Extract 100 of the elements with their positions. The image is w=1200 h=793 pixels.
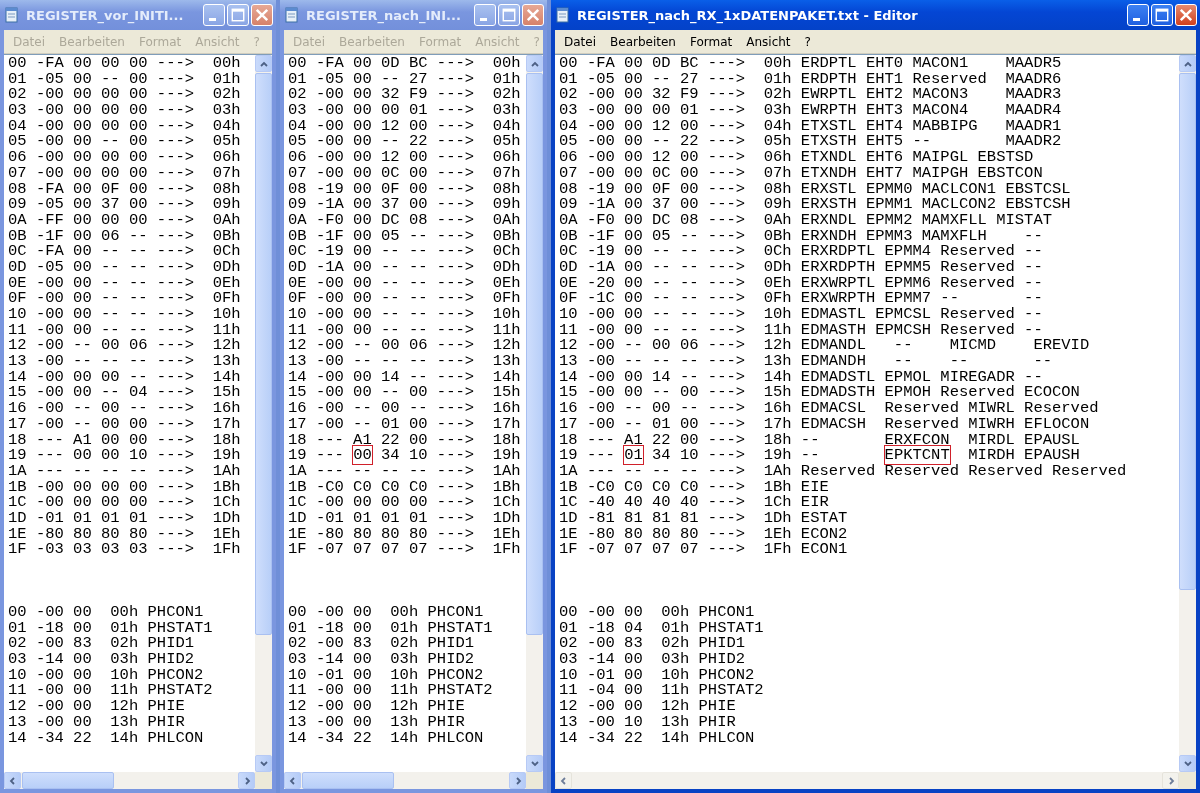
register-line: 0F -00 00 -- -- ---> 0Fh <box>8 289 241 308</box>
register-line: 12 -00 -- 00 06 ---> 12h <box>288 336 521 355</box>
register-line: 12 -00 -- 00 06 ---> 12h EDMANDL -- MICMD EREVID <box>559 336 1090 355</box>
register-line: 00 -FA 00 0D BC ---> 00h ERDPTL EHT0 MACON1 MAADR5 <box>559 55 1062 72</box>
menu-item[interactable]: Ansicht <box>188 34 247 49</box>
minimize-icon <box>209 18 216 21</box>
scroll-down-button[interactable] <box>1179 755 1196 772</box>
menu-item[interactable]: Format <box>682 34 740 49</box>
register-line: 0E -00 00 -- -- ---> 0Eh <box>288 273 521 292</box>
maximize-button[interactable] <box>498 4 520 26</box>
menu-item[interactable]: Bearbeiten <box>332 34 412 49</box>
menu-item[interactable]: ? <box>526 34 547 49</box>
register-line: 10 -00 00 -- -- ---> 10h EDMASTL EPMCSL Reserved -- <box>559 305 1043 323</box>
scroll-right-button[interactable] <box>238 772 255 789</box>
register-line: 01 -05 00 -- 27 ---> 01h <box>288 69 521 88</box>
notepad-icon <box>4 7 20 23</box>
scroll-up-button[interactable] <box>526 55 543 72</box>
register-line: 0B -1F 00 05 -- ---> 0Bh ERXNDH EPMM3 MAMXFLH -- <box>559 226 1043 245</box>
register-line: 02 -00 00 32 F9 ---> 02h EWRPTL EHT2 MACON3 MAADR3 <box>559 85 1062 104</box>
scroll-thumb[interactable] <box>255 73 272 635</box>
menu-item[interactable]: Datei <box>557 34 603 49</box>
window-title: REGISTER_vor_INITI... <box>26 7 185 23</box>
register-line: 02 -00 00 32 F9 ---> 02h <box>288 85 521 104</box>
notepad-icon <box>284 7 300 23</box>
register-line: 15 -00 00 -- 00 ---> 15h <box>288 383 521 402</box>
register-line: 0F -00 00 -- -- ---> 0Fh <box>288 289 521 308</box>
maximize-button[interactable] <box>1151 4 1173 26</box>
scroll-thumb[interactable] <box>1179 73 1196 590</box>
register-line: 08 -FA 00 0F 00 ---> 08h <box>8 179 241 198</box>
register-line: 0B -1F 00 06 -- ---> 0Bh <box>8 226 241 245</box>
maximize-button[interactable] <box>227 4 249 26</box>
register-line: 08 -19 00 0F 00 ---> 08h <box>288 179 521 198</box>
register-line: 05 -00 00 -- 22 ---> 05h <box>288 132 521 151</box>
minimize-button[interactable] <box>474 4 496 26</box>
menu-item[interactable]: Ansicht <box>468 34 527 49</box>
register-line: 1E -80 80 80 80 ---> 1Eh <box>288 524 521 543</box>
phy-register-line: 14 -34 22 14h PHLCON <box>288 728 484 747</box>
phy-register-line: 01 -18 00 01h PHSTAT1 <box>8 618 213 637</box>
close-button[interactable] <box>1175 4 1197 26</box>
register-line: 18 --- A1 22 00 ---> 18h <box>288 430 521 449</box>
scroll-thumb[interactable] <box>526 73 543 635</box>
minimize-button[interactable] <box>203 4 225 26</box>
register-line: 0F -1C 00 -- -- ---> 0Fh ERXWRPTH EPMM7 -- -- <box>559 289 1043 308</box>
register-line: 00 -FA 00 00 00 ---> 00h <box>8 55 241 72</box>
scroll-up-button[interactable] <box>1179 55 1196 72</box>
menu-item[interactable]: Datei <box>6 34 52 49</box>
register-line: 0E -20 00 -- -- ---> 0Eh ERXWRPTL EPMM6 Reserved -- <box>559 273 1043 292</box>
menu-item[interactable]: Format <box>131 34 189 49</box>
scroll-up-button[interactable] <box>255 55 272 72</box>
menu-item[interactable]: ? <box>246 34 267 49</box>
register-line: 18 --- A1 22 00 ---> 18h -- ERXFCON MIRDL EPAUSL <box>559 430 1080 449</box>
phy-register-line: 01 -18 00 01h PHSTAT1 <box>288 618 493 637</box>
phy-register-line: 02 -00 83 02h PHID1 <box>288 634 475 653</box>
menu-item[interactable]: ? <box>797 34 818 49</box>
scroll-down-button[interactable] <box>255 755 272 772</box>
scroll-down-button[interactable] <box>526 755 543 772</box>
minimize-button[interactable] <box>1127 4 1149 26</box>
scroll-left-button[interactable] <box>284 772 301 789</box>
window-title: REGISTER_nach_INI... <box>306 7 462 23</box>
scroll-left-button[interactable] <box>555 772 572 789</box>
phy-register-line: 14 -34 22 14h PHLCON <box>8 728 204 747</box>
register-line: 08 -19 00 0F 00 ---> 08h ERXSTL EPMM0 MACLCON1 EBSTCSL <box>559 179 1071 198</box>
register-line: 10 -00 00 -- -- ---> 10h <box>8 305 241 323</box>
register-line: 10 -00 00 -- -- ---> 10h <box>288 305 521 323</box>
register-line: 1E -80 80 80 80 ---> 1Eh ECON2 <box>559 524 848 543</box>
register-line: 1B -00 00 00 00 ---> 1Bh <box>8 477 241 496</box>
minimize-icon <box>1133 18 1140 21</box>
notepad-icon <box>555 7 571 23</box>
menu-item[interactable]: Bearbeiten <box>603 34 683 49</box>
register-line: 18 --- A1 00 00 ---> 18h <box>8 430 241 449</box>
scroll-thumb[interactable] <box>22 772 114 789</box>
register-line: 11 -00 00 -- -- ---> 11h EDMASTH EPMCSH Reserved -- <box>559 320 1043 339</box>
menu-item[interactable]: Ansicht <box>739 34 798 49</box>
register-line: 0E -00 00 -- -- ---> 0Eh <box>8 273 241 292</box>
phy-register-line: 11 -04 00 11h PHSTAT2 <box>559 681 764 700</box>
register-line: 01 -05 00 -- 00 ---> 01h <box>8 69 241 88</box>
menu-item[interactable]: Format <box>411 34 469 49</box>
register-line: 1F -07 07 07 07 ---> 1Fh <box>288 540 521 559</box>
close-button[interactable] <box>251 4 273 26</box>
scroll-left-button[interactable] <box>4 772 21 789</box>
register-line: 1F -03 03 03 03 ---> 1Fh <box>8 540 241 559</box>
register-line: 11 -00 00 -- -- ---> 11h <box>8 320 241 339</box>
register-line: 12 -00 -- 00 06 ---> 12h <box>8 336 241 355</box>
menu-item[interactable]: Bearbeiten <box>52 34 132 49</box>
register-line: 05 -00 00 -- 22 ---> 05h ETXSTH EHT5 -- MAADR2 <box>559 132 1062 151</box>
register-line: 02 -00 00 00 00 ---> 02h <box>8 85 241 104</box>
scroll-right-button[interactable] <box>509 772 526 789</box>
scroll-right-button[interactable] <box>1162 772 1179 789</box>
menu-item[interactable]: Datei <box>286 34 332 49</box>
register-line: 1E -80 80 80 80 ---> 1Eh <box>8 524 241 543</box>
register-line: 0B -1F 00 05 -- ---> 0Bh <box>288 226 521 245</box>
register-line: 1B -C0 C0 C0 C0 ---> 1Bh <box>288 477 521 496</box>
window-title: REGISTER_nach_RX_1xDATENPAKET.txt - Editor <box>577 7 919 23</box>
phy-register-line: 11 -00 00 11h PHSTAT2 <box>288 681 493 700</box>
register-line: 1B -C0 C0 C0 C0 ---> 1Bh EIE <box>559 477 829 496</box>
scroll-thumb[interactable] <box>302 772 394 789</box>
phy-register-line: 01 -18 04 01h PHSTAT1 <box>559 618 764 637</box>
register-line: 15 -00 00 -- 00 ---> 15h EDMADSTH EPMOH Reserved ECOCON <box>559 383 1080 402</box>
phy-register-line: 00 -00 00 00h PHCON1 <box>8 603 204 621</box>
close-button[interactable] <box>522 4 544 26</box>
